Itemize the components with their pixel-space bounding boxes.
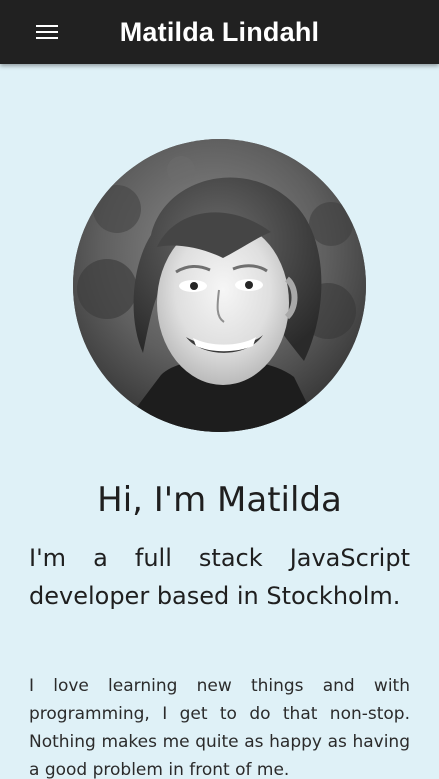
profile-photo (73, 139, 366, 432)
profile-bio: I love learning new things and with prog… (29, 676, 410, 779)
app-title: Matilda Lindahl (119, 17, 320, 47)
app-bar: Matilda Lindahl (0, 0, 439, 64)
profile-headline: Hi, I'm Matilda (97, 480, 342, 520)
main-content: Hi, I'm Matilda I'm a full stack JavaScr… (0, 64, 439, 779)
profile-subheadline: I'm a full stack JavaScript developer ba… (29, 544, 410, 610)
